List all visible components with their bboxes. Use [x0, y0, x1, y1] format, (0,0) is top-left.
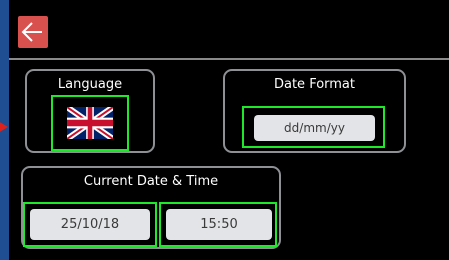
back-button[interactable]: [18, 16, 48, 48]
date-format-selector: dd/mm/yy: [242, 106, 385, 148]
language-selector[interactable]: [51, 95, 129, 151]
settings-screen: Language Date Format dd/mm/yy Current Da…: [0, 0, 449, 260]
current-datetime-title: Current Date & Time: [83, 174, 219, 189]
language-title: Language: [57, 77, 123, 92]
date-format-title: Date Format: [273, 77, 355, 92]
time-selector: 15:50: [159, 202, 277, 247]
date-format-button[interactable]: dd/mm/yy: [254, 115, 375, 141]
date-button[interactable]: 25/10/18: [30, 209, 150, 240]
header-divider: [9, 58, 449, 60]
time-button[interactable]: 15:50: [166, 209, 272, 240]
arrow-left-icon: [21, 22, 42, 42]
uk-flag-icon: [65, 104, 115, 143]
pointer-arrow-icon: [0, 121, 8, 133]
date-selector: 25/10/18: [23, 202, 157, 247]
